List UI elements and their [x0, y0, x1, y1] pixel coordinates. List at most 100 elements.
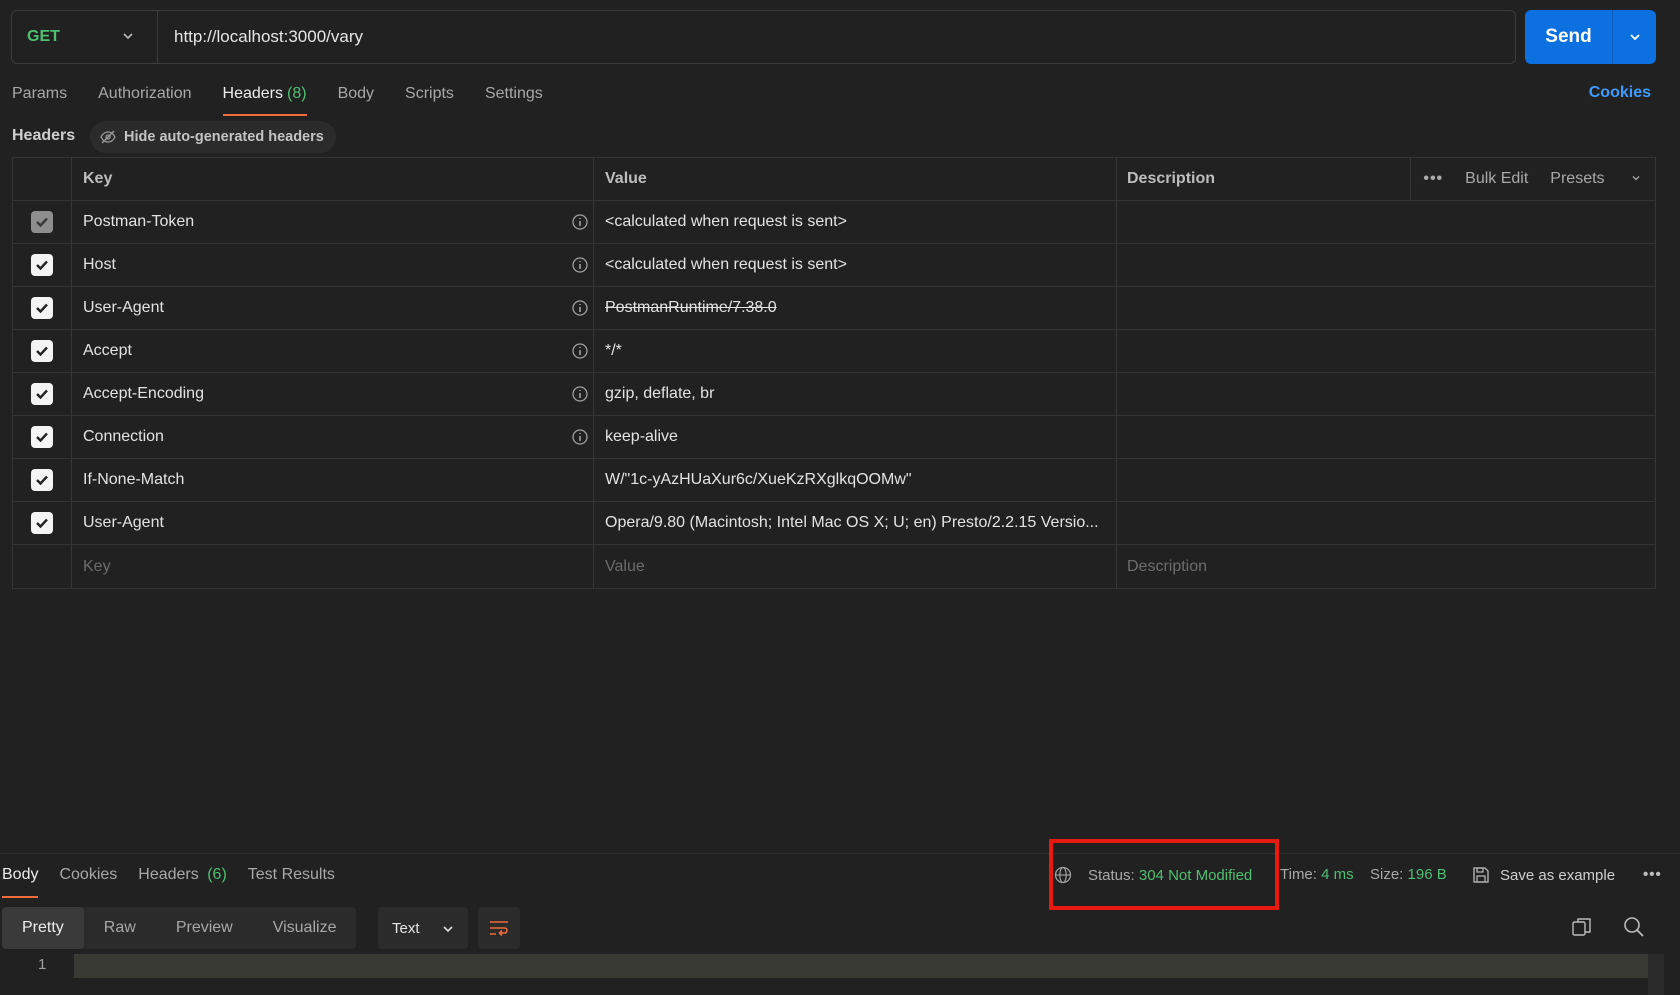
- headers-count: (8): [287, 85, 307, 102]
- save-icon: [1473, 867, 1489, 883]
- check-icon: [36, 475, 48, 486]
- header-description[interactable]: [1117, 416, 1655, 458]
- response-tabs: Body Cookies Headers (6) Test Results: [2, 866, 356, 898]
- tab-settings[interactable]: Settings: [485, 82, 543, 116]
- table-row: Host <calculated when request is sent>: [13, 244, 1655, 287]
- url-input[interactable]: [158, 11, 1515, 63]
- response-tab-body[interactable]: Body: [2, 866, 39, 898]
- row-checkbox[interactable]: [31, 297, 53, 319]
- new-header-row: Key Value Description: [13, 545, 1655, 588]
- response-size[interactable]: Size: 196 B: [1370, 866, 1447, 883]
- hide-auto-headers-button[interactable]: Hide auto-generated headers: [90, 121, 336, 153]
- response-tab-cookies[interactable]: Cookies: [59, 866, 117, 898]
- scrollbar[interactable]: [1648, 954, 1664, 995]
- cookies-link[interactable]: Cookies: [1589, 84, 1651, 102]
- row-checkbox[interactable]: [31, 383, 53, 405]
- table-header-row: Key Value Description ••• Bulk Edit Pres…: [13, 158, 1655, 201]
- table-row: Accept */*: [13, 330, 1655, 373]
- chevron-down-icon: [1632, 176, 1640, 181]
- header-description[interactable]: [1117, 244, 1655, 286]
- response-tab-headers[interactable]: Headers (6): [138, 866, 227, 898]
- view-preview-button[interactable]: Preview: [156, 907, 253, 949]
- header-description[interactable]: [1117, 459, 1655, 501]
- response-more-icon[interactable]: •••: [1643, 866, 1662, 883]
- column-header-value: Value: [594, 158, 1117, 200]
- header-key[interactable]: Host: [83, 256, 116, 274]
- table-row: Postman-Token <calculated when request i…: [13, 201, 1655, 244]
- header-value[interactable]: <calculated when request is sent>: [605, 256, 847, 274]
- header-description[interactable]: [1117, 373, 1655, 415]
- info-icon[interactable]: [571, 342, 589, 360]
- header-value[interactable]: <calculated when request is sent>: [605, 213, 847, 231]
- new-key-input[interactable]: Key: [83, 558, 111, 576]
- tab-scripts[interactable]: Scripts: [405, 82, 454, 116]
- view-pretty-button[interactable]: Pretty: [2, 907, 84, 949]
- chevron-down-icon: [443, 926, 453, 933]
- view-mode-group: Pretty Raw Preview Visualize: [2, 907, 357, 949]
- table-row: If-None-Match W/"1c-yAzHUaXur6c/XueKzRXg…: [13, 459, 1655, 502]
- send-button-group: Send: [1525, 10, 1656, 64]
- header-key[interactable]: Postman-Token: [83, 213, 194, 231]
- copy-icon[interactable]: [1571, 916, 1593, 943]
- wrap-lines-button[interactable]: [478, 907, 520, 949]
- chevron-down-icon: [1629, 34, 1640, 41]
- size-value: 196 B: [1407, 866, 1447, 883]
- response-body-editor[interactable]: [74, 954, 1649, 978]
- info-icon[interactable]: [571, 256, 589, 274]
- send-options-button[interactable]: [1613, 10, 1656, 64]
- info-icon[interactable]: [571, 428, 589, 446]
- header-key[interactable]: Connection: [83, 428, 164, 446]
- row-checkbox[interactable]: [31, 426, 53, 448]
- header-description[interactable]: [1117, 502, 1655, 544]
- tab-body[interactable]: Body: [338, 82, 374, 116]
- tab-headers[interactable]: Headers (8): [222, 82, 307, 116]
- info-icon[interactable]: [571, 385, 589, 403]
- row-checkbox[interactable]: [31, 469, 53, 491]
- eye-off-icon: [100, 130, 116, 144]
- view-raw-button[interactable]: Raw: [84, 907, 156, 949]
- view-visualize-button[interactable]: Visualize: [253, 907, 357, 949]
- search-icon[interactable]: [1623, 916, 1645, 943]
- row-checkbox[interactable]: [31, 254, 53, 276]
- header-description[interactable]: [1117, 287, 1655, 329]
- header-key[interactable]: Accept: [83, 342, 132, 360]
- header-key[interactable]: User-Agent: [83, 299, 164, 317]
- header-value[interactable]: Opera/9.80 (Macintosh; Intel Mac OS X; U…: [605, 514, 1099, 532]
- method-select[interactable]: GET: [12, 11, 158, 63]
- header-value[interactable]: W/"1c-yAzHUaXur6c/XueKzRXglkqOOMw": [605, 471, 912, 489]
- header-value-overridden[interactable]: PostmanRuntime/7.38.0: [605, 299, 777, 317]
- table-row: User-Agent Opera/9.80 (Macintosh; Intel …: [13, 502, 1655, 545]
- row-checkbox[interactable]: [31, 211, 53, 233]
- line-number: 1: [38, 956, 47, 973]
- new-value-input[interactable]: Value: [605, 558, 645, 576]
- tab-authorization[interactable]: Authorization: [98, 82, 191, 116]
- column-header-description: Description ••• Bulk Edit Presets: [1117, 158, 1655, 200]
- header-key[interactable]: If-None-Match: [83, 471, 184, 489]
- header-key[interactable]: User-Agent: [83, 514, 164, 532]
- header-description[interactable]: [1117, 201, 1655, 243]
- more-options-icon[interactable]: •••: [1423, 170, 1443, 188]
- header-key[interactable]: Accept-Encoding: [83, 385, 204, 403]
- header-description[interactable]: [1117, 330, 1655, 372]
- row-checkbox[interactable]: [31, 340, 53, 362]
- info-icon[interactable]: [571, 299, 589, 317]
- check-icon: [36, 518, 48, 529]
- response-tab-test-results[interactable]: Test Results: [248, 866, 335, 898]
- format-select[interactable]: Text: [378, 907, 468, 949]
- table-row: Accept-Encoding gzip, deflate, br: [13, 373, 1655, 416]
- header-value[interactable]: keep-alive: [605, 428, 678, 446]
- header-value[interactable]: gzip, deflate, br: [605, 385, 714, 403]
- check-icon: [36, 260, 48, 271]
- info-icon[interactable]: [571, 213, 589, 231]
- check-icon: [36, 303, 48, 314]
- new-description-input[interactable]: Description: [1127, 558, 1207, 576]
- header-value[interactable]: */*: [605, 342, 622, 360]
- tab-params[interactable]: Params: [12, 82, 67, 116]
- presets-dropdown[interactable]: Presets: [1550, 170, 1641, 188]
- send-button[interactable]: Send: [1525, 10, 1613, 64]
- headers-section-title: Headers: [12, 127, 76, 144]
- bulk-edit-button[interactable]: Bulk Edit: [1465, 170, 1528, 188]
- row-checkbox[interactable]: [31, 512, 53, 534]
- save-as-example-button[interactable]: Save as example: [1472, 866, 1615, 884]
- response-time[interactable]: Time: 4 ms: [1280, 866, 1354, 883]
